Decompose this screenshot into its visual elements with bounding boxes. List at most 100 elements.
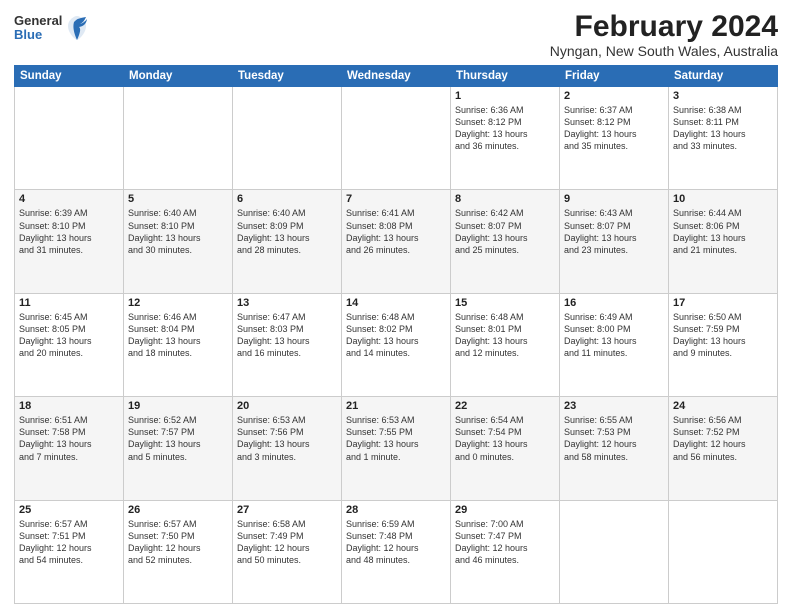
calendar-cell: 13 Sunrise: 6:47 AM Sunset: 8:03 PM Dayli… <box>233 293 342 396</box>
calendar-cell: 6 Sunrise: 6:40 AM Sunset: 8:09 PM Daylig… <box>233 190 342 293</box>
day-number: 24 <box>673 400 773 412</box>
day-info: Sunrise: 6:37 AM Sunset: 8:12 PM Dayligh… <box>564 104 664 153</box>
calendar-day-header: Monday <box>124 66 233 87</box>
day-number: 2 <box>564 90 664 102</box>
day-number: 6 <box>237 193 337 205</box>
calendar-week-row: 11Sunrise: 6:45 AM Sunset: 8:05 PM Dayli… <box>15 293 778 396</box>
day-number: 17 <box>673 297 773 309</box>
calendar-day-header: Sunday <box>15 66 124 87</box>
day-info: Sunrise: 6:38 AM Sunset: 8:11 PM Dayligh… <box>673 104 773 153</box>
calendar-cell: 18 Sunrise: 6:51 AM Sunset: 7:58 PM Dayli… <box>15 397 124 500</box>
day-number: 4 <box>19 193 119 205</box>
day-number: 12 <box>128 297 228 309</box>
day-info: Sunrise: 6:57 AM Sunset: 7:51 PM Dayligh… <box>19 518 119 567</box>
day-info: Sunrise: 6:44 AM Sunset: 8:06 PM Dayligh… <box>673 207 773 256</box>
calendar-cell: 15 Sunrise: 6:48 AM Sunset: 8:01 PM Dayli… <box>451 293 560 396</box>
calendar-day-header: Saturday <box>669 66 778 87</box>
calendar-cell: 1 Sunrise: 6:36 AM Sunset: 8:12 PM Daylig… <box>451 87 560 190</box>
day-number: 14 <box>346 297 446 309</box>
day-info: Sunrise: 6:58 AM Sunset: 7:49 PM Dayligh… <box>237 518 337 567</box>
day-info: Sunrise: 6:52 AM Sunset: 7:57 PM Dayligh… <box>128 414 228 463</box>
day-info: Sunrise: 6:36 AM Sunset: 8:12 PM Dayligh… <box>455 104 555 153</box>
day-number: 11 <box>19 297 119 309</box>
logo-general: General <box>14 14 62 28</box>
day-info: Sunrise: 6:48 AM Sunset: 8:02 PM Dayligh… <box>346 311 446 360</box>
day-info: Sunrise: 6:41 AM Sunset: 8:08 PM Dayligh… <box>346 207 446 256</box>
day-info: Sunrise: 6:50 AM Sunset: 7:59 PM Dayligh… <box>673 311 773 360</box>
day-number: 27 <box>237 504 337 516</box>
calendar-cell: 28 Sunrise: 6:59 AM Sunset: 7:48 PM Dayli… <box>342 500 451 603</box>
day-number: 20 <box>237 400 337 412</box>
page: General Blue February 2024 Nyngan, New S… <box>0 0 792 612</box>
day-info: Sunrise: 6:48 AM Sunset: 8:01 PM Dayligh… <box>455 311 555 360</box>
day-number: 7 <box>346 193 446 205</box>
logo-blue: Blue <box>14 28 62 42</box>
day-number: 28 <box>346 504 446 516</box>
calendar-cell: 17 Sunrise: 6:50 AM Sunset: 7:59 PM Dayli… <box>669 293 778 396</box>
day-number: 21 <box>346 400 446 412</box>
calendar-day-header: Wednesday <box>342 66 451 87</box>
calendar-week-row: 18 Sunrise: 6:51 AM Sunset: 7:58 PM Dayli… <box>15 397 778 500</box>
day-number: 13 <box>237 297 337 309</box>
day-number: 9 <box>564 193 664 205</box>
day-number: 16 <box>564 297 664 309</box>
calendar-cell: 29 Sunrise: 7:00 AM Sunset: 7:47 PM Dayli… <box>451 500 560 603</box>
calendar-week-row: 4 Sunrise: 6:39 AM Sunset: 8:10 PM Daylig… <box>15 190 778 293</box>
day-info: Sunrise: 6:39 AM Sunset: 8:10 PM Dayligh… <box>19 207 119 256</box>
logo: General Blue <box>14 14 88 43</box>
calendar-cell <box>560 500 669 603</box>
day-info: Sunrise: 7:00 AM Sunset: 7:47 PM Dayligh… <box>455 518 555 567</box>
day-number: 5 <box>128 193 228 205</box>
day-number: 10 <box>673 193 773 205</box>
day-info: Sunrise: 6:42 AM Sunset: 8:07 PM Dayligh… <box>455 207 555 256</box>
day-number: 8 <box>455 193 555 205</box>
day-number: 15 <box>455 297 555 309</box>
calendar-cell: 9 Sunrise: 6:43 AM Sunset: 8:07 PM Daylig… <box>560 190 669 293</box>
calendar-header-row: SundayMondayTuesdayWednesdayThursdayFrid… <box>15 66 778 87</box>
day-info: Sunrise: 6:49 AM Sunset: 8:00 PM Dayligh… <box>564 311 664 360</box>
page-subtitle: Nyngan, New South Wales, Australia <box>550 43 778 59</box>
calendar-week-row: 25Sunrise: 6:57 AM Sunset: 7:51 PM Dayli… <box>15 500 778 603</box>
day-number: 22 <box>455 400 555 412</box>
day-info: Sunrise: 6:56 AM Sunset: 7:52 PM Dayligh… <box>673 414 773 463</box>
calendar-cell: 25Sunrise: 6:57 AM Sunset: 7:51 PM Dayli… <box>15 500 124 603</box>
day-number: 18 <box>19 400 119 412</box>
calendar-cell <box>669 500 778 603</box>
calendar-cell: 26Sunrise: 6:57 AM Sunset: 7:50 PM Dayli… <box>124 500 233 603</box>
day-info: Sunrise: 6:53 AM Sunset: 7:56 PM Dayligh… <box>237 414 337 463</box>
day-info: Sunrise: 6:43 AM Sunset: 8:07 PM Dayligh… <box>564 207 664 256</box>
calendar-cell <box>233 87 342 190</box>
calendar-cell: 11Sunrise: 6:45 AM Sunset: 8:05 PM Dayli… <box>15 293 124 396</box>
calendar-cell: 3Sunrise: 6:38 AM Sunset: 8:11 PM Daylig… <box>669 87 778 190</box>
day-number: 1 <box>455 90 555 102</box>
day-info: Sunrise: 6:53 AM Sunset: 7:55 PM Dayligh… <box>346 414 446 463</box>
calendar-day-header: Thursday <box>451 66 560 87</box>
calendar-cell <box>342 87 451 190</box>
calendar-week-row: 1 Sunrise: 6:36 AM Sunset: 8:12 PM Daylig… <box>15 87 778 190</box>
day-number: 26 <box>128 504 228 516</box>
day-number: 29 <box>455 504 555 516</box>
calendar-cell: 8 Sunrise: 6:42 AM Sunset: 8:07 PM Daylig… <box>451 190 560 293</box>
day-info: Sunrise: 6:47 AM Sunset: 8:03 PM Dayligh… <box>237 311 337 360</box>
calendar-cell: 24 Sunrise: 6:56 AM Sunset: 7:52 PM Dayli… <box>669 397 778 500</box>
calendar-day-header: Tuesday <box>233 66 342 87</box>
calendar-cell <box>124 87 233 190</box>
day-info: Sunrise: 6:51 AM Sunset: 7:58 PM Dayligh… <box>19 414 119 463</box>
calendar-cell: 20 Sunrise: 6:53 AM Sunset: 7:56 PM Dayli… <box>233 397 342 500</box>
page-title: February 2024 <box>550 10 778 43</box>
calendar-cell: 14 Sunrise: 6:48 AM Sunset: 8:02 PM Dayli… <box>342 293 451 396</box>
calendar-cell: 22 Sunrise: 6:54 AM Sunset: 7:54 PM Dayli… <box>451 397 560 500</box>
logo-bird-icon <box>66 14 88 42</box>
title-block: February 2024 Nyngan, New South Wales, A… <box>550 10 778 59</box>
calendar-cell: 21 Sunrise: 6:53 AM Sunset: 7:55 PM Dayli… <box>342 397 451 500</box>
calendar-day-header: Friday <box>560 66 669 87</box>
calendar-cell: 7 Sunrise: 6:41 AM Sunset: 8:08 PM Daylig… <box>342 190 451 293</box>
calendar-cell: 12Sunrise: 6:46 AM Sunset: 8:04 PM Dayli… <box>124 293 233 396</box>
day-info: Sunrise: 6:40 AM Sunset: 8:09 PM Dayligh… <box>237 207 337 256</box>
calendar-cell: 16 Sunrise: 6:49 AM Sunset: 8:00 PM Dayli… <box>560 293 669 396</box>
day-info: Sunrise: 6:59 AM Sunset: 7:48 PM Dayligh… <box>346 518 446 567</box>
day-info: Sunrise: 6:54 AM Sunset: 7:54 PM Dayligh… <box>455 414 555 463</box>
calendar-cell: 10 Sunrise: 6:44 AM Sunset: 8:06 PM Dayli… <box>669 190 778 293</box>
day-number: 23 <box>564 400 664 412</box>
calendar-cell: 23Sunrise: 6:55 AM Sunset: 7:53 PM Dayli… <box>560 397 669 500</box>
